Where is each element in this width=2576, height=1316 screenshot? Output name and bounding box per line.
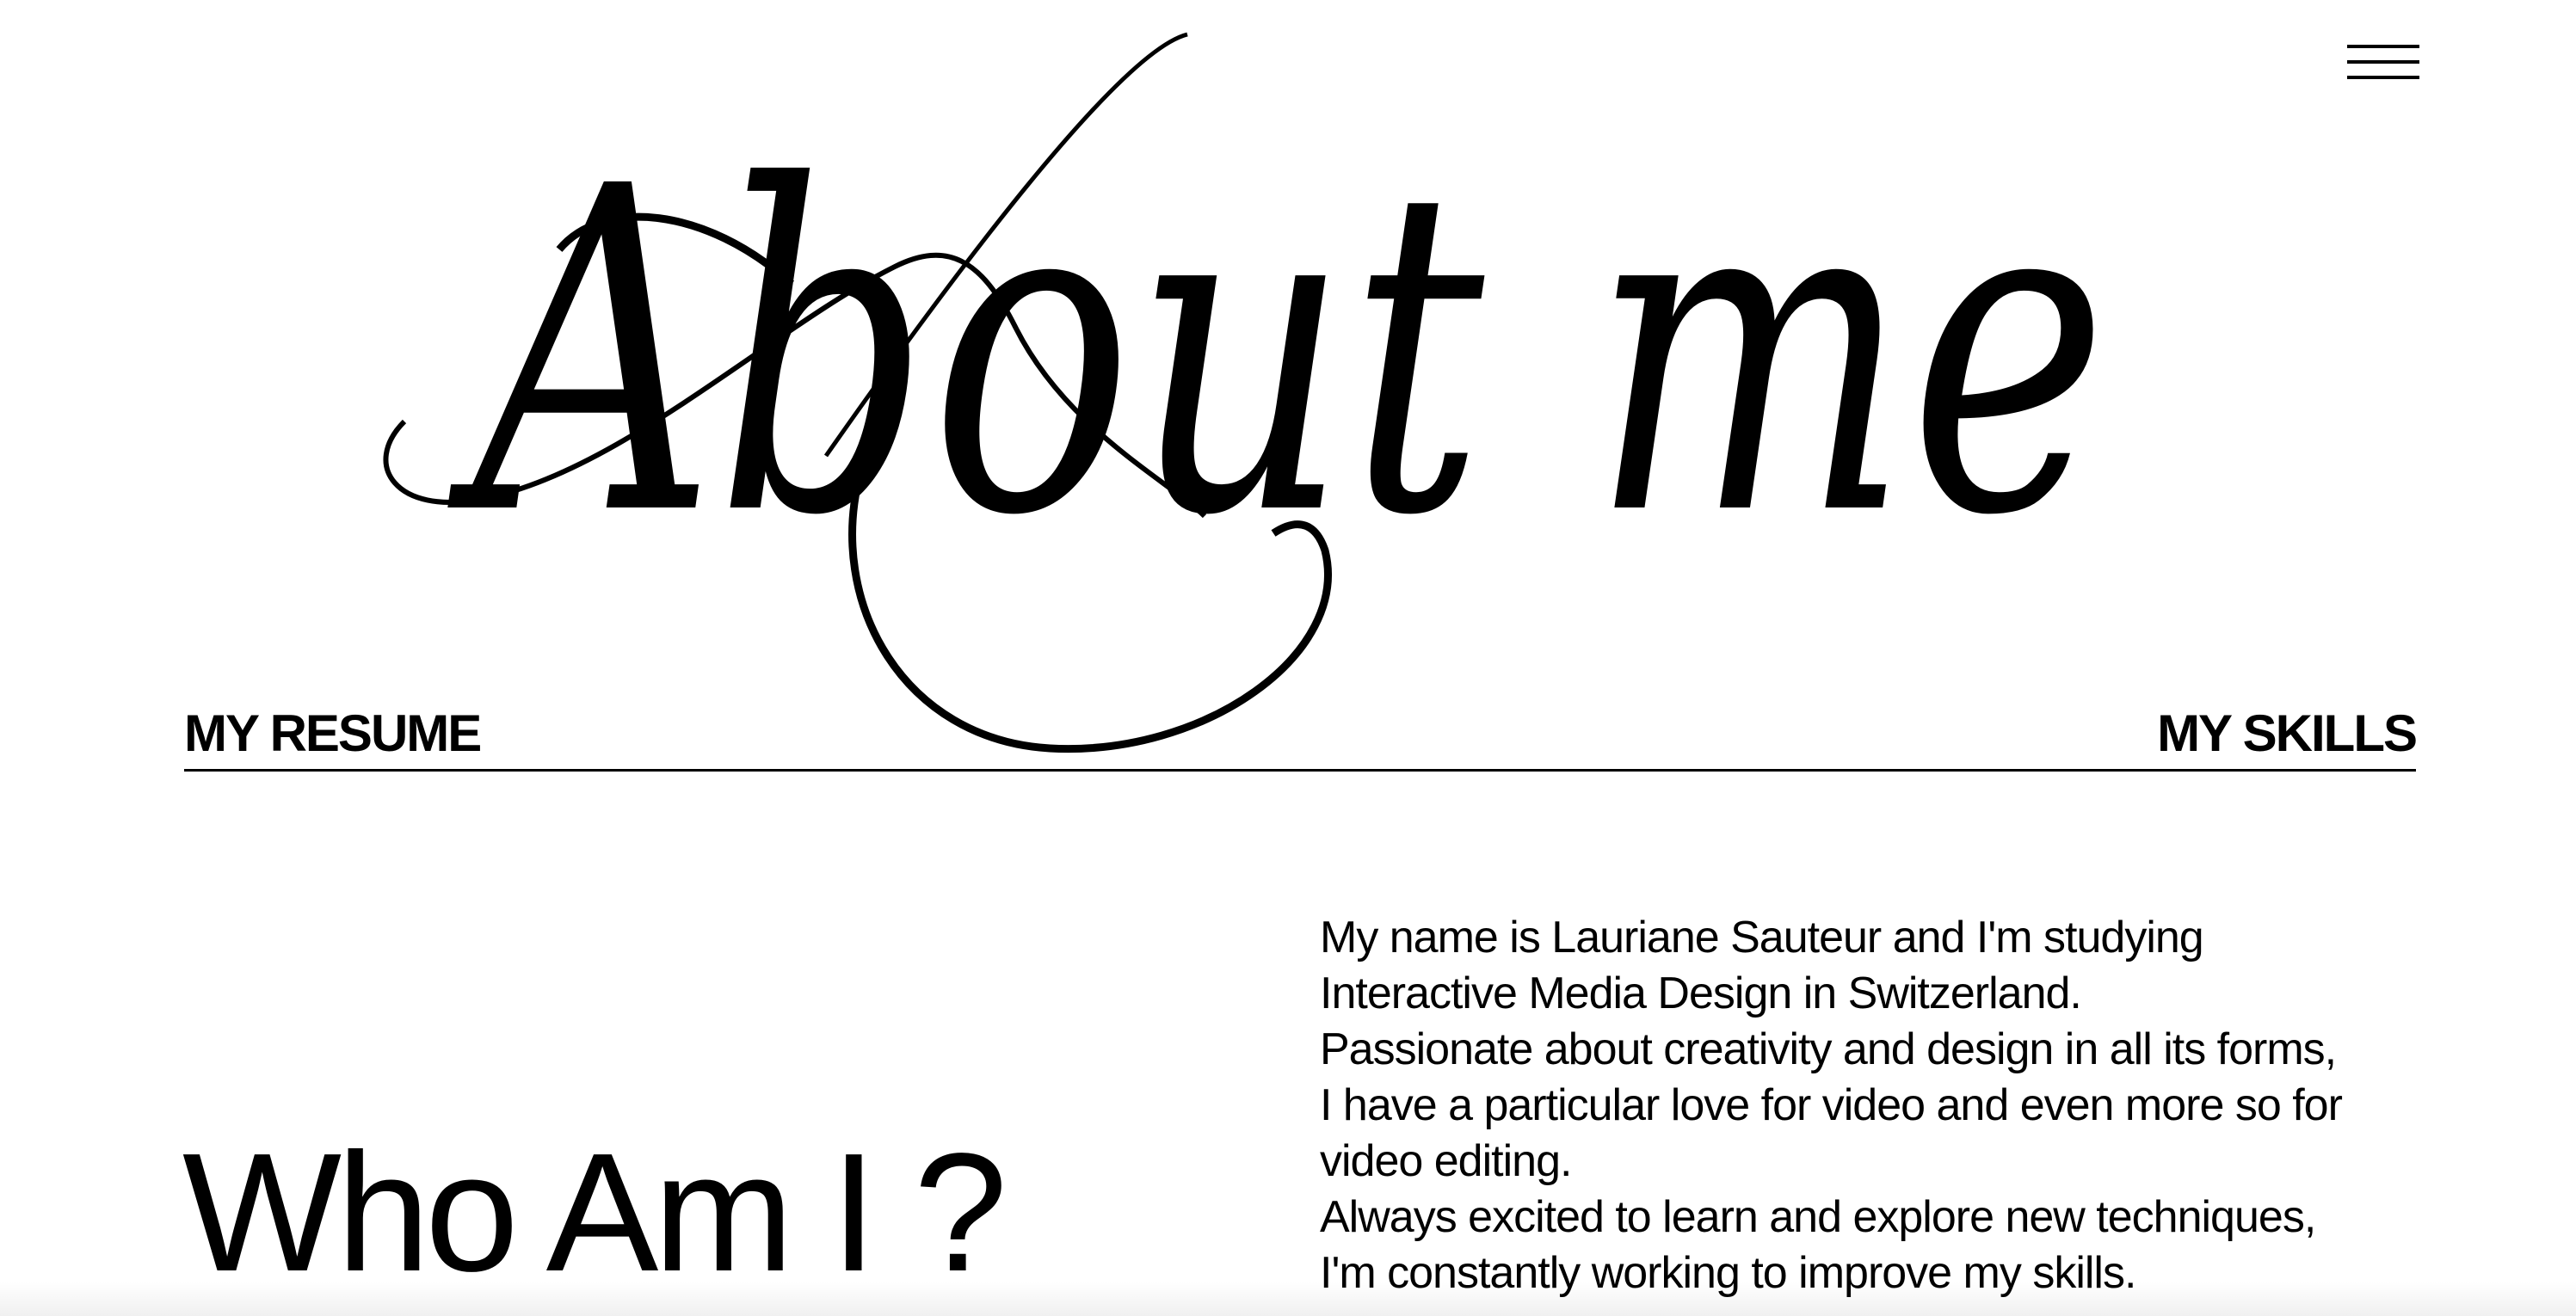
bio-line: Interactive Media Design in Switzerland. — [1320, 969, 2082, 1018]
bio-line: video editing. — [1320, 1136, 1572, 1186]
section-heading: Who Am I ? — [182, 1118, 1008, 1307]
about-page: About me MY RESUME MY SKILLS Who Am I ? … — [0, 0, 2576, 1316]
page-title: About me — [447, 92, 2108, 613]
my-resume-link[interactable]: MY RESUME — [184, 704, 482, 764]
header-divider — [184, 769, 2416, 772]
hamburger-menu-icon[interactable] — [2347, 40, 2419, 84]
bio-line: I have a particular love for video and e… — [1320, 1080, 2343, 1130]
bio-line: I'm constantly working to improve my ski… — [1320, 1248, 2136, 1298]
bio-line: Always excited to learn and explore new … — [1320, 1192, 2316, 1242]
hero-title-svg: About me — [383, 32, 2108, 753]
hero-title-wrapper: About me — [344, 0, 2237, 774]
bio-paragraph: My name is Lauriane Sauteur and I'm stud… — [1320, 910, 2430, 1301]
bio-line: My name is Lauriane Sauteur and I'm stud… — [1320, 913, 2204, 962]
menu-bar-bottom — [2347, 76, 2419, 79]
menu-bar-top — [2347, 45, 2419, 48]
my-skills-link[interactable]: MY SKILLS — [2157, 704, 2418, 764]
bio-line: Passionate about creativity and design i… — [1320, 1024, 2337, 1074]
menu-bar-middle — [2347, 60, 2419, 64]
